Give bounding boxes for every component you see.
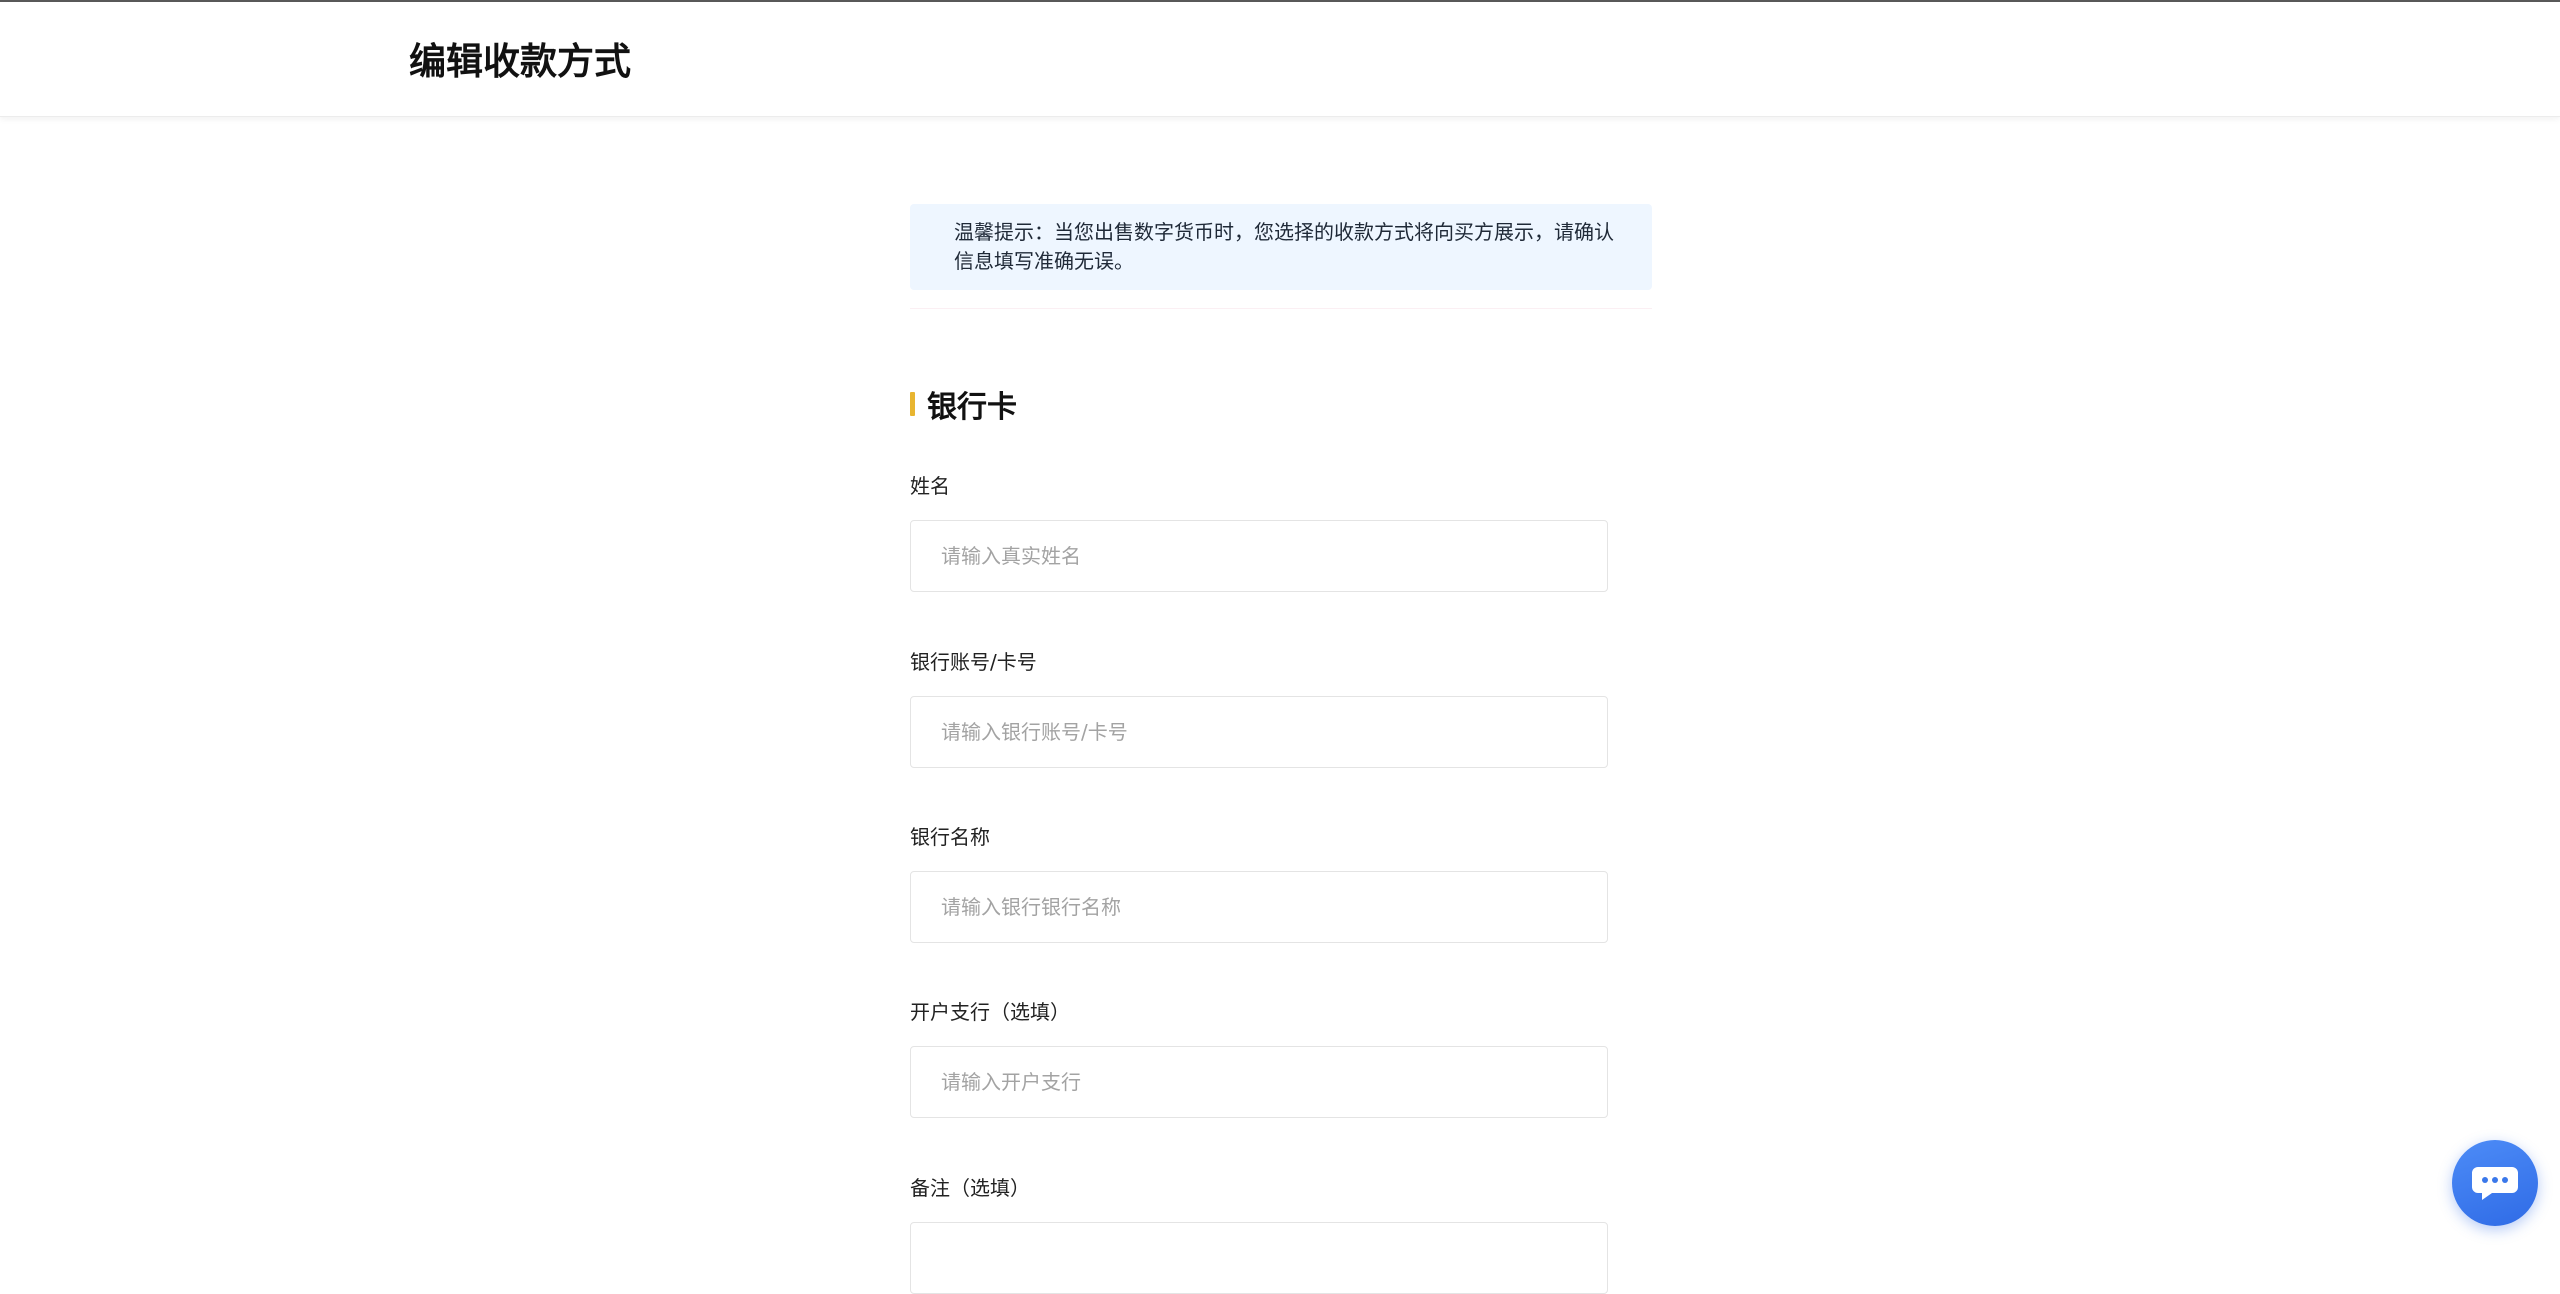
remark-input[interactable] — [910, 1222, 1608, 1294]
chat-bubble-icon — [2472, 1167, 2518, 1200]
section-title: 银行卡 — [910, 384, 1017, 425]
branch-input[interactable] — [910, 1046, 1608, 1118]
field-label-remark: 备注（选填） — [910, 1176, 1030, 1200]
field-label-bank-name: 银行名称 — [910, 825, 990, 849]
field-label-branch: 开户支行（选填） — [910, 1000, 1070, 1024]
page-header: 编辑收款方式 — [0, 2, 2560, 117]
name-input[interactable] — [910, 520, 1608, 592]
account-number-input[interactable] — [910, 696, 1608, 768]
bank-name-input[interactable] — [910, 871, 1608, 943]
divider — [910, 308, 1652, 309]
field-label-name: 姓名 — [910, 474, 950, 498]
section-accent-bar — [910, 392, 915, 416]
page-title: 编辑收款方式 — [409, 40, 631, 83]
section-label: 银行卡 — [927, 390, 1017, 425]
notice-text: 温馨提示：当您出售数字货币时，您选择的收款方式将向买方展示，请确认信息填写准确无… — [954, 220, 1614, 273]
field-label-account: 银行账号/卡号 — [910, 650, 1037, 674]
chat-support-button[interactable] — [2452, 1140, 2538, 1226]
notice-box: 温馨提示：当您出售数字货币时，您选择的收款方式将向买方展示，请确认信息填写准确无… — [910, 204, 1652, 290]
